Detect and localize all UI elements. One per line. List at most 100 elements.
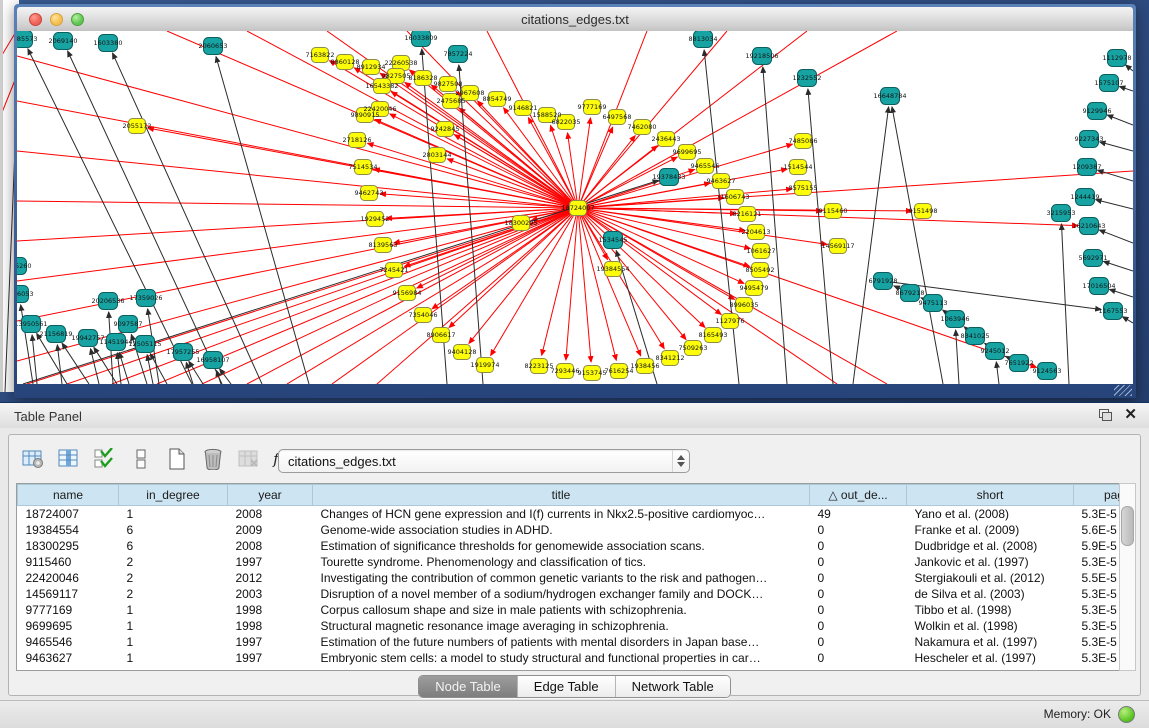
graph-edge[interactable] <box>853 107 889 384</box>
float-panel-icon[interactable] <box>1099 409 1112 421</box>
table-row[interactable]: 977716911998Corpus callosum shape and si… <box>18 602 1125 618</box>
import-table-disabled-icon[interactable] <box>235 445 263 473</box>
column-header-year[interactable]: year <box>228 485 313 506</box>
graph-node-label: 19378433 <box>652 173 685 181</box>
tab-network-table[interactable]: Network Table <box>615 676 730 697</box>
table-cell: Structural magnetic resonance image aver… <box>313 618 810 634</box>
tab-edge-table[interactable]: Edge Table <box>517 676 615 697</box>
column-header-name[interactable]: name <box>18 485 119 506</box>
graph-edge[interactable] <box>1096 200 1133 209</box>
graph-edge[interactable] <box>247 31 578 208</box>
close-panel-icon[interactable]: ✕ <box>1124 408 1137 422</box>
table-cell: 1998 <box>228 618 313 634</box>
graph-edge[interactable] <box>1119 86 1133 91</box>
table-select-combo[interactable]: citations_edges.txt <box>278 449 690 473</box>
graph-edge[interactable] <box>202 208 578 384</box>
select-columns-icon[interactable] <box>55 445 83 473</box>
graph-node-label: 3215953 <box>1047 209 1076 217</box>
memory-status-icon[interactable] <box>1118 706 1135 723</box>
table-cell: Tourette syndrome. Phenomenology and cla… <box>313 554 810 570</box>
table-row[interactable]: 946362711997Embryonic stem cells: a mode… <box>18 650 1125 666</box>
table-row[interactable]: 969969511998Structural magnetic resonanc… <box>18 618 1125 634</box>
table-cell: 1997 <box>228 650 313 666</box>
new-file-icon[interactable] <box>163 445 191 473</box>
graph-node-label: 8505492 <box>746 266 775 274</box>
table-cell: 1 <box>119 618 228 634</box>
graph-node-label: 7616254 <box>605 367 634 375</box>
show-columns-icon[interactable] <box>91 445 119 473</box>
graph-edge[interactable] <box>1122 317 1133 323</box>
graph-edge[interactable] <box>216 57 309 384</box>
graph-node-label: 7509263 <box>679 344 708 352</box>
graph-node-label: 7651922 <box>1005 359 1034 367</box>
column-header-short[interactable]: short <box>907 485 1074 506</box>
graph-node-label: 8341212 <box>656 354 685 362</box>
scrollbar-thumb[interactable] <box>1121 506 1134 546</box>
window-titlebar[interactable]: citations_edges.txt <box>17 7 1133 32</box>
graph-node-label: 16033809 <box>404 34 437 42</box>
graph-edge[interactable] <box>287 208 578 384</box>
status-bar: Memory: OK <box>0 700 1149 728</box>
table-row[interactable]: 911546021997Tourette syndrome. Phenomeno… <box>18 554 1125 570</box>
graph-node-label: 9227343 <box>1075 135 1104 143</box>
table-row[interactable]: 1830029562008Estimation of significance … <box>18 538 1125 554</box>
graph-edge[interactable] <box>892 107 943 384</box>
minimize-window-button[interactable] <box>50 13 63 26</box>
delete-icon[interactable] <box>199 445 227 473</box>
table-row[interactable]: 2242004622012Investigating the contribut… <box>18 570 1125 586</box>
table-vertical-scrollbar[interactable] <box>1119 483 1136 671</box>
graph-edge[interactable] <box>57 345 62 384</box>
network-canvas[interactable]: 1872400771638228860128891293422260538982… <box>17 31 1133 384</box>
column-header-title[interactable]: title <box>313 485 810 506</box>
graph-edge[interactable] <box>1109 289 1133 297</box>
graph-edge[interactable] <box>808 89 833 384</box>
graph-edge[interactable] <box>459 65 483 384</box>
column-header-in_degree[interactable]: in_degree <box>119 485 228 506</box>
graph-node-label: 1061627 <box>747 247 776 255</box>
table-settings-icon[interactable] <box>19 445 47 473</box>
network-graph[interactable]: 1872400771638228860128891293422260538982… <box>17 31 1133 384</box>
close-window-button[interactable] <box>29 13 42 26</box>
graph-edge[interactable] <box>578 208 591 362</box>
table-row[interactable]: 1938455462009Genome-wide association stu… <box>18 522 1125 538</box>
graph-edge[interactable] <box>956 330 959 384</box>
graph-edge[interactable] <box>1103 261 1133 271</box>
graph-edge[interactable] <box>147 355 153 384</box>
graph-edge[interactable] <box>189 361 203 384</box>
graph-edge[interactable] <box>375 119 578 208</box>
table-cell: Nakamura et al. (1997) <box>907 634 1074 650</box>
table-cell: Investigating the contribution of common… <box>313 570 810 586</box>
zoom-window-button[interactable] <box>71 13 84 26</box>
graph-node-label: 8860128 <box>331 58 360 66</box>
graph-node-label: 1112978 <box>1103 54 1132 62</box>
table-row[interactable]: 1456911722003Disruption of a novel membe… <box>18 586 1125 602</box>
graph-node-label: 1606743 <box>721 193 750 201</box>
table-row[interactable]: 1872400712008Changes of HCN gene express… <box>18 506 1125 523</box>
graph-edge[interactable] <box>113 53 262 384</box>
graph-node-label: 9465546 <box>691 162 720 170</box>
graph-edge[interactable] <box>578 208 664 349</box>
graph-node-label: 12505115 <box>128 340 161 348</box>
tab-node-table[interactable]: Node Table <box>419 676 517 697</box>
table-cell: 5.3E-5 <box>1074 650 1125 666</box>
graph-edge[interactable] <box>17 208 578 281</box>
window-resize-grip[interactable] <box>1114 385 1132 396</box>
graph-edge[interactable] <box>1126 65 1133 71</box>
graph-edge[interactable] <box>17 56 578 208</box>
table-cell: 9115460 <box>18 554 119 570</box>
hide-columns-icon[interactable] <box>127 445 155 473</box>
graph-node-label: 2526053 <box>17 290 33 298</box>
graph-edge[interactable] <box>996 362 999 384</box>
table-row[interactable]: 946554611997Estimation of the future num… <box>18 634 1125 650</box>
graph-edge[interactable] <box>390 114 578 208</box>
table-cell: 5.6E-5 <box>1074 522 1125 538</box>
graph-edge[interactable] <box>1099 230 1133 243</box>
graph-edge[interactable] <box>578 208 887 384</box>
graph-edge[interactable] <box>1100 142 1133 151</box>
graph-edge[interactable] <box>62 343 89 384</box>
graph-node-label: 7514534 <box>349 163 378 171</box>
graph-edge[interactable] <box>32 335 37 384</box>
column-header-out_de[interactable]: △ out_de... <box>810 485 907 506</box>
graph-edge[interactable] <box>1107 115 1133 125</box>
column-header-pagerank[interactable]: pagerank <box>1074 485 1125 506</box>
